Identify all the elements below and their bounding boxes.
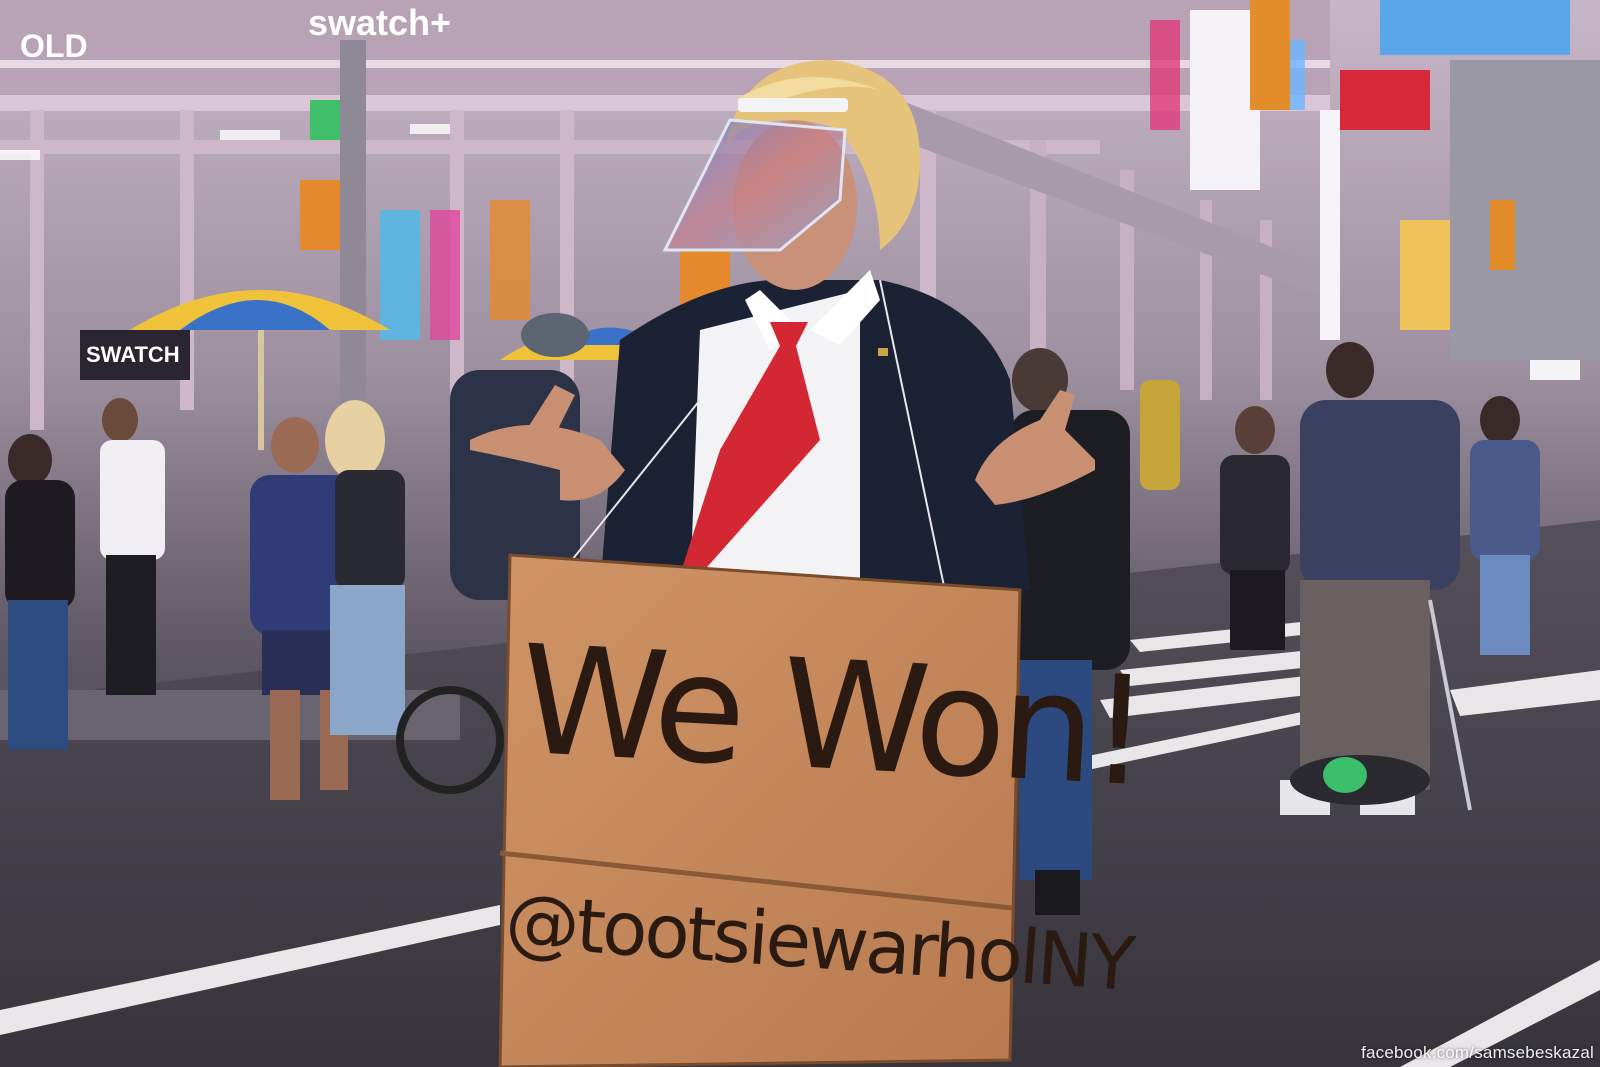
store-sign-left: OLD: [20, 28, 88, 64]
photo-scene: [0, 0, 1600, 1067]
cardboard-sign: [498, 553, 1022, 1067]
store-sign-lower: SWATCH: [86, 342, 180, 367]
store-sign-top: swatch+: [308, 2, 452, 43]
watermark: facebook.com/samsebeskazal: [1361, 1043, 1594, 1062]
street-photo: We Won! @tootsiewarholNY swatch+ OLD SWA…: [0, 0, 1600, 1067]
